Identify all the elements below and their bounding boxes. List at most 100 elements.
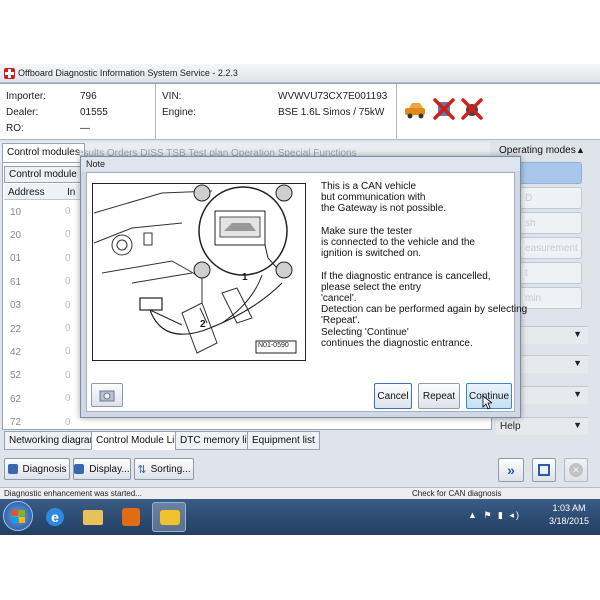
table-row[interactable]: 72: [10, 417, 21, 428]
message-line: If the diagnostic entrance is cancelled,: [321, 270, 491, 282]
message-line: 'cancel'.: [321, 293, 357, 304]
clock-date[interactable]: 3/18/2015: [545, 516, 593, 526]
right-section-help[interactable]: Help ▼: [496, 417, 588, 435]
importer-value: 796: [80, 91, 97, 102]
car-icon: [405, 103, 425, 119]
vin-value: WVWVU73CX7E001193: [278, 91, 388, 102]
table-row[interactable]: 01: [10, 253, 21, 264]
message-line: please select the entry: [321, 281, 422, 293]
table-row[interactable]: 03: [10, 300, 21, 311]
sorting-button[interactable]: ⇅ Sorting...: [134, 458, 194, 480]
app-cross-icon: [4, 68, 15, 79]
display-icon: [74, 464, 85, 474]
table-row[interactable]: 52: [10, 370, 21, 381]
message-line: [321, 259, 527, 270]
status-right: Check for CAN diagnosis: [412, 489, 502, 498]
engine-value: BSE 1.6L Simos / 75kW: [278, 107, 385, 118]
sorting-icon: ⇅: [137, 463, 147, 476]
table-row[interactable]: 10: [10, 207, 21, 218]
camera-icon: [99, 390, 115, 402]
importer-label: Importer:: [6, 91, 47, 102]
message-line: ignition is switched on.: [321, 248, 422, 260]
column-header-in[interactable]: In: [67, 187, 75, 198]
figure-label-1: 1: [242, 272, 248, 283]
window-title: Offboard Diagnostic Information System S…: [18, 68, 238, 78]
chevron-up-icon[interactable]: ▲: [576, 145, 585, 155]
screenshot-button[interactable]: [532, 458, 556, 482]
figure-code: N01-0590: [258, 342, 289, 349]
message-line: This is a CAN vehicle: [321, 181, 417, 192]
dealer-value: 01555: [80, 107, 108, 118]
info-divider: [155, 84, 156, 139]
display-button[interactable]: Display...: [73, 458, 131, 480]
diagnosis-button[interactable]: Diagnosis: [4, 458, 70, 480]
gateway-disconnected-icon: [433, 98, 455, 120]
ignition-off-icon: [461, 98, 483, 120]
ro-value: —: [80, 123, 90, 134]
tab-equipment-list[interactable]: Equipment list: [247, 431, 320, 450]
message-line: but communication with: [321, 192, 426, 204]
window-titlebar: Offboard Diagnostic Information System S…: [0, 64, 600, 83]
table-row[interactable]: 61: [10, 277, 21, 288]
tab-networking-diagram[interactable]: Networking diagram: [4, 431, 103, 450]
clock-time[interactable]: 1:03 AM: [545, 503, 593, 513]
table-row[interactable]: 62: [10, 394, 21, 405]
taskbar-media[interactable]: [114, 502, 148, 532]
info-divider-2: [396, 84, 397, 139]
figure-label-2: 2: [200, 319, 206, 330]
column-header-address[interactable]: Address: [8, 187, 45, 198]
start-button[interactable]: [3, 501, 33, 531]
message-line: Detection can be performed again by sele…: [321, 304, 528, 316]
sorting-label: Sorting...: [150, 463, 191, 475]
diagnosis-label: Diagnosis: [22, 463, 67, 475]
dealer-label: Dealer:: [6, 107, 39, 118]
folder-icon: [83, 510, 103, 525]
status-bar: Diagnostic enhancement was started... Ch…: [0, 487, 600, 499]
message-line: continues the diagnostic entrance.: [321, 337, 473, 349]
chevron-down-icon: ▼: [573, 420, 582, 430]
mouse-cursor-icon: [482, 395, 492, 410]
message-line: is connected to the vehicle and the: [321, 237, 475, 248]
chevron-down-icon: ▼: [573, 358, 582, 368]
media-player-icon: [122, 508, 140, 526]
tab-control-module-list-bottom[interactable]: Control Module List: [91, 431, 188, 450]
message-line: the Gateway is not possible.: [321, 203, 447, 215]
cancel-button[interactable]: Cancel: [374, 383, 412, 409]
row-indicator-column: 0000000000: [65, 206, 71, 428]
diagnosis-icon: [7, 464, 18, 474]
odis-icon: [160, 510, 180, 525]
double-chevron-right-icon: »: [507, 462, 515, 478]
taskbar-ie[interactable]: e: [38, 502, 72, 532]
engine-label: Engine:: [162, 107, 196, 118]
frame-icon: [538, 464, 550, 476]
close-session-button[interactable]: ✕: [564, 458, 588, 482]
table-row[interactable]: 42: [10, 347, 21, 358]
taskbar-odis[interactable]: [152, 502, 186, 532]
message-line: [321, 215, 527, 226]
close-icon: ✕: [569, 463, 583, 477]
connector-illustration: [92, 183, 306, 361]
tab-control-modules[interactable]: Control modules: [2, 143, 85, 163]
dialog-title: Note: [81, 157, 520, 171]
tray-icons[interactable]: ▲ ⚑ ▮ ◂): [468, 510, 521, 521]
table-row[interactable]: 20: [10, 230, 21, 241]
operating-modes-header: Operating modes: [499, 145, 576, 156]
ro-label: RO:: [6, 123, 24, 134]
status-left: Diagnostic enhancement was started...: [4, 489, 142, 498]
ie-icon: e: [46, 508, 64, 526]
message-line: 'Repeat'.: [321, 315, 360, 327]
vin-label: VIN:: [162, 91, 182, 102]
forward-button[interactable]: »: [498, 458, 524, 482]
vehicle-info-bar: Importer: 796 Dealer: 01555 RO: — VIN: W…: [0, 84, 600, 140]
dialog-message: This is a CAN vehicle but communication …: [321, 181, 527, 349]
taskbar-explorer[interactable]: [76, 502, 110, 532]
display-label: Display...: [89, 463, 130, 475]
chevron-down-icon: ▼: [573, 329, 582, 339]
note-dialog: Note 1 2 N01-0590 This is a CAN vehicle …: [80, 156, 527, 418]
repeat-button[interactable]: Repeat: [418, 383, 460, 409]
help-label: Help: [500, 421, 521, 432]
dialog-screenshot-button[interactable]: [91, 383, 123, 407]
chevron-down-icon: ▼: [573, 389, 582, 399]
table-row[interactable]: 22: [10, 324, 21, 335]
message-line: Make sure the tester: [321, 225, 413, 237]
